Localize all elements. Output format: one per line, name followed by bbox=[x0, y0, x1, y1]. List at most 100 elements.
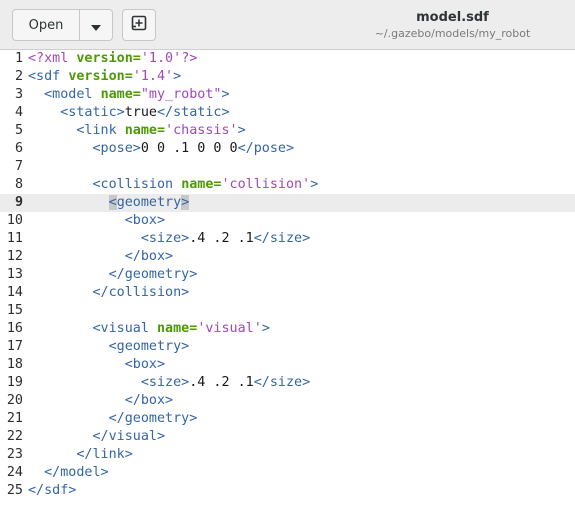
code-token: > bbox=[181, 195, 190, 210]
line-number: 12 bbox=[6, 249, 23, 264]
document-path: ~/.gazebo/models/my_robot bbox=[374, 27, 531, 40]
code-token: name= bbox=[181, 177, 222, 192]
code-line[interactable]: 8 <collision name='collision'> bbox=[0, 176, 575, 194]
text-editor[interactable]: 1 <?xml version='1.0'?> 2 <sdf version='1.4… bbox=[0, 50, 575, 526]
line-number: 1 bbox=[14, 51, 23, 66]
code-line[interactable]: 14 </collision> bbox=[0, 284, 575, 302]
code-token: > bbox=[221, 87, 230, 102]
code-token: </link> bbox=[76, 447, 133, 462]
line-number: 16 bbox=[6, 321, 23, 336]
code-line[interactable]: 23 </link> bbox=[0, 446, 575, 464]
code-token: < bbox=[108, 195, 117, 210]
line-text: <model name="my_robot"> bbox=[28, 86, 230, 104]
code-token: <?xml bbox=[28, 51, 77, 66]
code-token: > bbox=[237, 123, 246, 138]
code-token: <box> bbox=[124, 357, 166, 372]
line-number: 2 bbox=[14, 69, 23, 84]
line-text: </box> bbox=[28, 248, 173, 266]
open-button-group: Open bbox=[12, 9, 113, 41]
code-token: </box> bbox=[124, 393, 174, 408]
code-token: <static> bbox=[60, 105, 125, 120]
line-number: 9 bbox=[14, 195, 23, 210]
line-text: <link name='chassis'> bbox=[28, 122, 246, 140]
line-text: </sdf> bbox=[28, 482, 76, 500]
code-token: geometry bbox=[116, 195, 182, 210]
new-document-button[interactable] bbox=[122, 9, 156, 41]
code-token: <geometry> bbox=[108, 339, 190, 354]
code-token: "my_robot" bbox=[140, 87, 222, 102]
code-line[interactable]: 20 </box> bbox=[0, 392, 575, 410]
line-text: <size>.4 .2 .1</size> bbox=[28, 230, 310, 248]
line-text: <box> bbox=[28, 356, 165, 374]
code-line[interactable]: 9 <geometry> bbox=[0, 194, 575, 212]
line-number: 6 bbox=[14, 141, 23, 156]
line-number: 11 bbox=[6, 231, 23, 246]
code-line[interactable]: 17 <geometry> bbox=[0, 338, 575, 356]
code-token: 'collision' bbox=[221, 177, 311, 192]
line-number: 5 bbox=[14, 123, 23, 138]
line-text: </visual> bbox=[28, 428, 166, 446]
code-line[interactable]: 1 <?xml version='1.0'?> bbox=[0, 50, 575, 68]
line-number: 4 bbox=[14, 105, 23, 120]
line-text: <size>.4 .2 .1</size> bbox=[28, 374, 310, 392]
code-token: 'visual' bbox=[197, 321, 262, 336]
code-token: true bbox=[124, 105, 157, 120]
line-number: 18 bbox=[6, 357, 23, 372]
code-line[interactable]: 5 <link name='chassis'> bbox=[0, 122, 575, 140]
code-line[interactable]: 16 <visual name='visual'> bbox=[0, 320, 575, 338]
line-number: 24 bbox=[6, 465, 23, 480]
code-token: <size> bbox=[140, 231, 190, 246]
code-line[interactable]: 25 </sdf> bbox=[0, 482, 575, 500]
code-line[interactable]: 19 <size>.4 .2 .1</size> bbox=[0, 374, 575, 392]
code-line[interactable]: 7 bbox=[0, 158, 575, 176]
line-text: </link> bbox=[28, 446, 133, 464]
line-number: 17 bbox=[6, 339, 23, 354]
code-line[interactable]: 15 bbox=[0, 302, 575, 320]
code-token: > bbox=[173, 69, 182, 84]
code-token: <pose> bbox=[92, 141, 141, 156]
code-token: <link bbox=[76, 123, 125, 138]
line-text: <collision name='collision'> bbox=[28, 176, 319, 194]
open-recent-dropdown-button[interactable] bbox=[80, 10, 112, 40]
code-line[interactable]: 2 <sdf version='1.4'> bbox=[0, 68, 575, 86]
open-button[interactable]: Open bbox=[13, 10, 80, 40]
code-token: <sdf bbox=[28, 69, 69, 84]
code-token: </box> bbox=[124, 249, 174, 264]
code-token: name= bbox=[124, 123, 166, 138]
code-line[interactable]: 18 <box> bbox=[0, 356, 575, 374]
code-token: <model bbox=[44, 87, 101, 102]
code-token: <visual bbox=[92, 321, 157, 336]
code-view[interactable]: 1 <?xml version='1.0'?> 2 <sdf version='1.4… bbox=[0, 50, 575, 500]
code-line[interactable]: 24 </model> bbox=[0, 464, 575, 482]
code-line[interactable]: 6 <pose>0 0 .1 0 0 0</pose> bbox=[0, 140, 575, 158]
code-token: </sdf> bbox=[28, 483, 77, 498]
code-line[interactable]: 11 <size>.4 .2 .1</size> bbox=[0, 230, 575, 248]
code-line[interactable]: 12 </box> bbox=[0, 248, 575, 266]
code-line[interactable]: 13 </geometry> bbox=[0, 266, 575, 284]
window-title-block: model.sdf ~/.gazebo/models/my_robot bbox=[330, 9, 575, 42]
line-number: 19 bbox=[6, 375, 23, 390]
code-token: <box> bbox=[124, 213, 166, 228]
code-line[interactable]: 22 </visual> bbox=[0, 428, 575, 446]
code-line[interactable]: 3 <model name="my_robot"> bbox=[0, 86, 575, 104]
line-number: 8 bbox=[14, 177, 23, 192]
code-token: version= bbox=[68, 69, 133, 84]
code-line[interactable]: 4 <static>true</static> bbox=[0, 104, 575, 122]
line-number: 22 bbox=[6, 429, 23, 444]
code-line[interactable]: 10 <box> bbox=[0, 212, 575, 230]
code-line[interactable]: 21 </geometry> bbox=[0, 410, 575, 428]
